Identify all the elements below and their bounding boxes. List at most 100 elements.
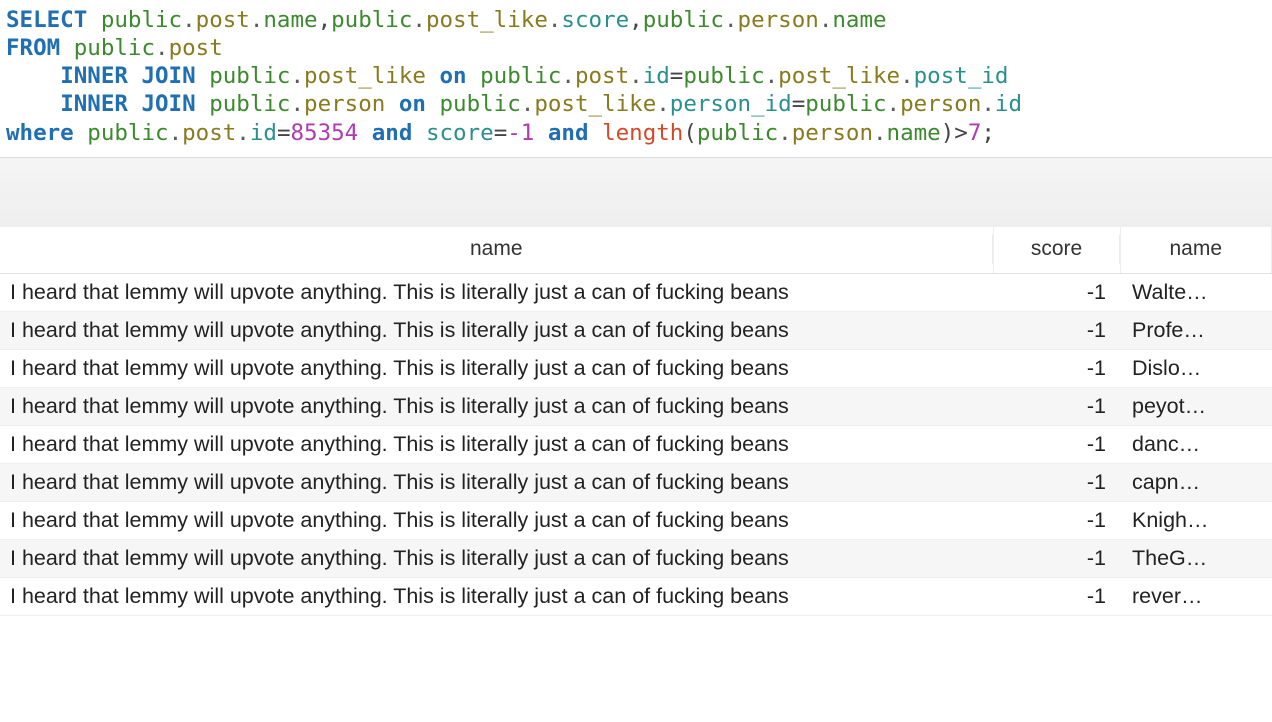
sql-ident: post_like: [426, 7, 548, 33]
sql-indent: [6, 91, 60, 117]
sql-ident: person_id: [670, 91, 792, 117]
cell-score[interactable]: -1: [993, 463, 1120, 501]
sql-ident: post: [182, 120, 236, 146]
sql-ident: public: [697, 120, 778, 146]
sql-comma: ,: [318, 7, 332, 33]
cell-post-name[interactable]: I heard that lemmy will upvote anything.…: [0, 501, 993, 539]
cell-score[interactable]: -1: [993, 425, 1120, 463]
cell-person-name[interactable]: danc…: [1120, 425, 1272, 463]
sql-paren-close: ): [941, 120, 955, 146]
table-row[interactable]: I heard that lemmy will upvote anything.…: [0, 273, 1272, 311]
sql-dot: .: [724, 7, 738, 33]
cell-person-name[interactable]: Knigh…: [1120, 501, 1272, 539]
sql-dot: .: [521, 91, 535, 117]
sql-ident: post_like: [778, 63, 900, 89]
sql-keyword-on: on: [399, 91, 426, 117]
cell-person-name[interactable]: peyot…: [1120, 387, 1272, 425]
sql-ident: name: [832, 7, 886, 33]
column-header-name[interactable]: name: [0, 227, 993, 274]
sql-comma: ,: [629, 7, 643, 33]
sql-ident: score: [561, 7, 629, 33]
sql-keyword-where: where: [6, 120, 74, 146]
table-row[interactable]: I heard that lemmy will upvote anything.…: [0, 425, 1272, 463]
sql-ident: public: [480, 63, 561, 89]
cell-post-name[interactable]: I heard that lemmy will upvote anything.…: [0, 273, 993, 311]
sql-ident: public: [209, 63, 290, 89]
sql-dot: .: [290, 63, 304, 89]
sql-dot: .: [656, 91, 670, 117]
cell-score[interactable]: -1: [993, 387, 1120, 425]
sql-ident: post: [575, 63, 629, 89]
table-row[interactable]: I heard that lemmy will upvote anything.…: [0, 577, 1272, 615]
sql-function-length: length: [602, 120, 683, 146]
sql-number: 85354: [290, 120, 358, 146]
sql-dot: .: [548, 7, 562, 33]
table-row[interactable]: I heard that lemmy will upvote anything.…: [0, 463, 1272, 501]
sql-ident: name: [263, 7, 317, 33]
table-row[interactable]: I heard that lemmy will upvote anything.…: [0, 311, 1272, 349]
sql-dot: .: [169, 120, 183, 146]
sql-ident: person: [738, 7, 819, 33]
results-table: name score name I heard that lemmy will …: [0, 227, 1272, 616]
cell-post-name[interactable]: I heard that lemmy will upvote anything.…: [0, 539, 993, 577]
sql-ident: id: [250, 120, 277, 146]
sql-keyword-and: and: [372, 120, 413, 146]
sql-keyword-on: on: [440, 63, 467, 89]
cell-person-name[interactable]: TheG…: [1120, 539, 1272, 577]
sql-ident: public: [643, 7, 724, 33]
sql-keyword-from: FROM: [6, 35, 60, 61]
sql-ident: public: [440, 91, 521, 117]
cell-post-name[interactable]: I heard that lemmy will upvote anything.…: [0, 463, 993, 501]
sql-dot: .: [900, 63, 914, 89]
cell-person-name[interactable]: Dislo…: [1120, 349, 1272, 387]
sql-keyword-and: and: [548, 120, 589, 146]
sql-keyword-inner-join: INNER JOIN: [60, 63, 195, 89]
table-row[interactable]: I heard that lemmy will upvote anything.…: [0, 501, 1272, 539]
sql-ident: id: [643, 63, 670, 89]
table-row[interactable]: I heard that lemmy will upvote anything.…: [0, 539, 1272, 577]
sql-ident: post: [196, 7, 250, 33]
sql-ident: person: [304, 91, 385, 117]
table-row[interactable]: I heard that lemmy will upvote anything.…: [0, 349, 1272, 387]
sql-ident: public: [209, 91, 290, 117]
sql-editor[interactable]: SELECT public.post.name,public.post_like…: [0, 0, 1272, 157]
cell-post-name[interactable]: I heard that lemmy will upvote anything.…: [0, 425, 993, 463]
cell-score[interactable]: -1: [993, 577, 1120, 615]
sql-ident: person: [900, 91, 981, 117]
sql-dot: .: [873, 120, 887, 146]
cell-score[interactable]: -1: [993, 501, 1120, 539]
sql-ident: public: [683, 63, 764, 89]
sql-ident: person: [792, 120, 873, 146]
sql-indent: [6, 63, 60, 89]
sql-dot: .: [412, 7, 426, 33]
sql-dot: .: [250, 7, 264, 33]
column-header-score[interactable]: score: [993, 227, 1120, 274]
sql-ident: public: [805, 91, 886, 117]
cell-person-name[interactable]: capn…: [1120, 463, 1272, 501]
cell-person-name[interactable]: Profe…: [1120, 311, 1272, 349]
cell-post-name[interactable]: I heard that lemmy will upvote anything.…: [0, 577, 993, 615]
cell-score[interactable]: -1: [993, 273, 1120, 311]
cell-score[interactable]: -1: [993, 349, 1120, 387]
cell-post-name[interactable]: I heard that lemmy will upvote anything.…: [0, 311, 993, 349]
sql-semicolon: ;: [981, 120, 995, 146]
sql-ident: id: [995, 91, 1022, 117]
cell-score[interactable]: -1: [993, 539, 1120, 577]
toolbar-band: [0, 157, 1272, 227]
cell-person-name[interactable]: rever…: [1120, 577, 1272, 615]
cell-post-name[interactable]: I heard that lemmy will upvote anything.…: [0, 387, 993, 425]
sql-dot: .: [765, 63, 779, 89]
sql-dot: .: [155, 35, 169, 61]
results-header-row: name score name: [0, 227, 1272, 274]
sql-operator-eq: =: [277, 120, 291, 146]
sql-dot: .: [629, 63, 643, 89]
sql-keyword-inner-join: INNER JOIN: [60, 91, 195, 117]
cell-score[interactable]: -1: [993, 311, 1120, 349]
column-header-person-name[interactable]: name: [1120, 227, 1272, 274]
sql-ident: post_id: [914, 63, 1009, 89]
cell-person-name[interactable]: Walte…: [1120, 273, 1272, 311]
cell-post-name[interactable]: I heard that lemmy will upvote anything.…: [0, 349, 993, 387]
table-row[interactable]: I heard that lemmy will upvote anything.…: [0, 387, 1272, 425]
sql-ident: public: [331, 7, 412, 33]
sql-dot: .: [819, 7, 833, 33]
